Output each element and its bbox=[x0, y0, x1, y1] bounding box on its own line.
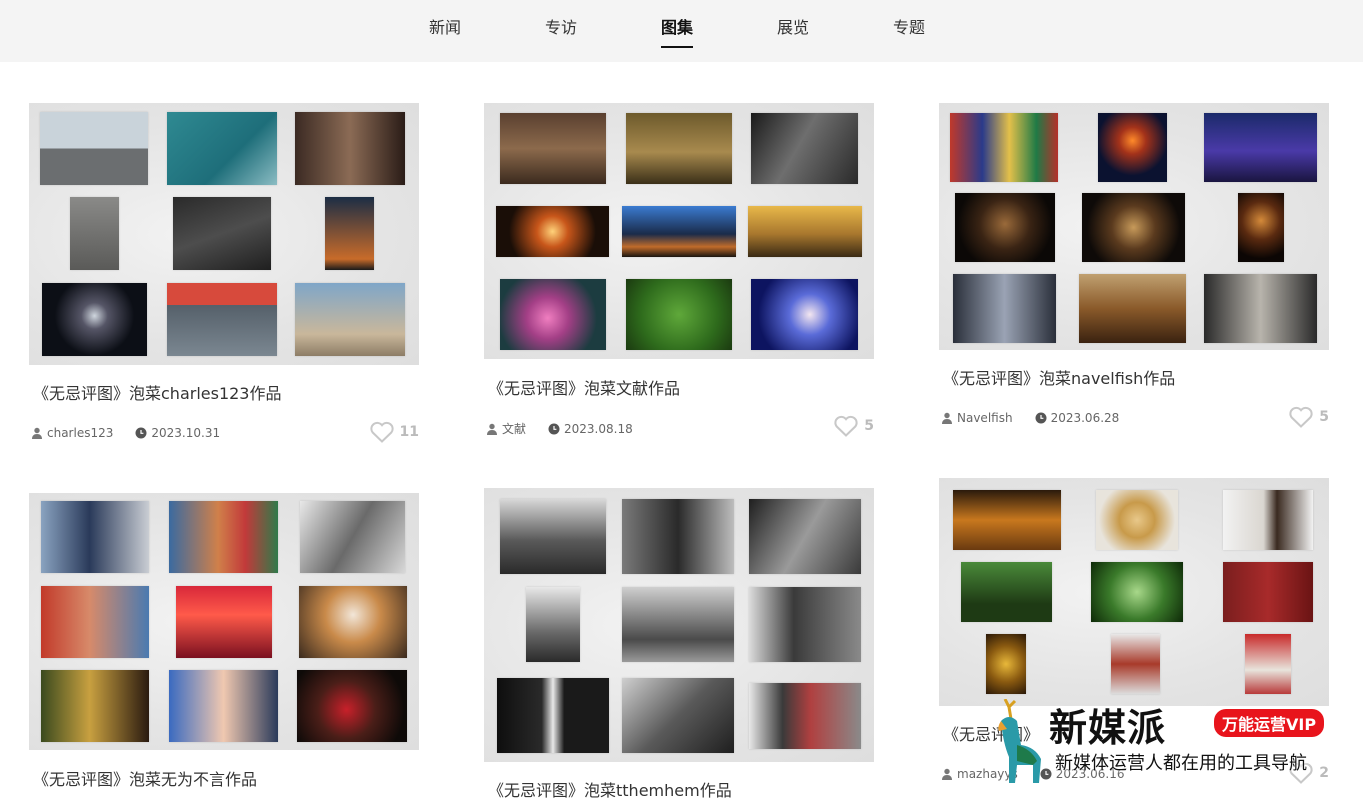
card-author[interactable]: charles123 bbox=[47, 426, 113, 440]
watermark: 新媒派 万能运营VIP 新媒体运营人都在用的工具导航 bbox=[985, 693, 1363, 807]
clock-icon bbox=[548, 423, 560, 434]
card-date: 2023.10.31 bbox=[151, 426, 221, 440]
tab-topics[interactable]: 专题 bbox=[893, 14, 925, 38]
card-thumbnail[interactable] bbox=[29, 103, 419, 365]
card-thumbnail[interactable] bbox=[939, 478, 1329, 706]
card-meta: Navelfish 2023.06.28 bbox=[941, 411, 1119, 425]
heart-icon bbox=[369, 421, 394, 443]
card-title[interactable]: 《无忌评图》泡菜文献作品 bbox=[488, 375, 680, 399]
user-icon bbox=[32, 427, 42, 439]
like-count: 5 bbox=[864, 418, 874, 434]
gallery-card: 《无忌评图》泡菜文献作品 文献 2023.08.18 5 bbox=[484, 103, 874, 448]
card-thumbnail[interactable] bbox=[939, 103, 1329, 350]
clock-icon bbox=[1035, 412, 1047, 424]
card-thumbnail[interactable] bbox=[484, 488, 874, 762]
card-title[interactable]: 《无忌评图》泡菜tthemhem作品 bbox=[488, 777, 732, 801]
user-icon bbox=[942, 768, 952, 780]
user-icon bbox=[487, 423, 497, 435]
like-button[interactable]: 11 bbox=[369, 421, 419, 443]
watermark-slogan: 新媒体运营人都在用的工具导航 bbox=[1055, 753, 1307, 774]
card-date: 2023.06.28 bbox=[1050, 411, 1120, 425]
like-count: 11 bbox=[399, 424, 419, 440]
gallery-card: 《无忌评图》泡菜charles123作品 charles123 2023.10.… bbox=[29, 103, 419, 453]
card-meta: 文献 2023.08.18 bbox=[486, 420, 633, 437]
card-thumbnail[interactable] bbox=[484, 103, 874, 359]
watermark-brand: 新媒派 bbox=[1049, 706, 1167, 750]
card-date: 2023.08.18 bbox=[564, 421, 633, 436]
card-author[interactable]: 文献 bbox=[502, 420, 526, 437]
tab-interviews[interactable]: 专访 bbox=[545, 14, 577, 38]
clock-icon bbox=[135, 427, 147, 439]
card-author[interactable]: Navelfish bbox=[957, 411, 1013, 425]
like-button[interactable]: 5 bbox=[834, 415, 874, 437]
tab-galleries[interactable]: 图集 bbox=[661, 14, 694, 48]
heart-icon bbox=[834, 415, 858, 437]
deer-logo-icon bbox=[998, 699, 1041, 783]
gallery-card: 《无忌评图》泡菜tthemhem作品 bbox=[484, 488, 874, 807]
card-title[interactable]: 《无忌评图》泡菜无为不言作品 bbox=[33, 766, 257, 790]
like-button[interactable]: 5 bbox=[1289, 406, 1329, 428]
user-icon bbox=[942, 412, 952, 424]
card-thumbnail[interactable] bbox=[29, 493, 419, 750]
heart-icon bbox=[1289, 406, 1313, 428]
card-meta: charles123 2023.10.31 bbox=[31, 426, 220, 440]
tab-news[interactable]: 新闻 bbox=[429, 14, 461, 38]
card-title[interactable]: 《无忌评图》泡菜charles123作品 bbox=[33, 380, 282, 404]
top-nav: 新闻 专访 图集 展览 专题 bbox=[0, 0, 1363, 62]
watermark-badge: 万能运营VIP bbox=[1214, 709, 1325, 737]
card-title[interactable]: 《无忌评图》泡菜navelfish作品 bbox=[943, 365, 1175, 389]
tab-exhibitions[interactable]: 展览 bbox=[777, 14, 809, 38]
gallery-card: 《无忌评图》泡菜navelfish作品 Navelfish 2023.06.28… bbox=[939, 103, 1329, 438]
like-count: 5 bbox=[1319, 409, 1329, 425]
gallery-card: 《无忌评图》泡菜无为不言作品 bbox=[29, 493, 419, 807]
